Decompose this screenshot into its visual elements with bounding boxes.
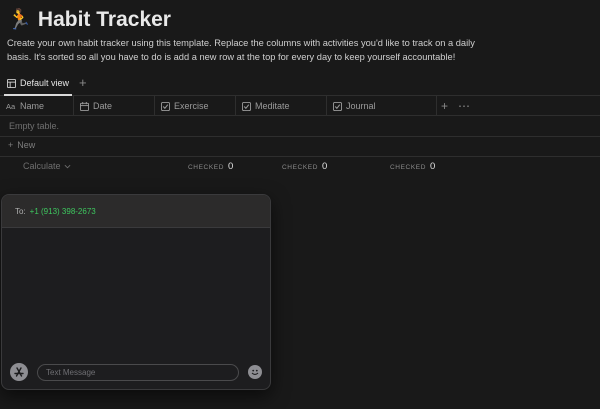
habit-tracker-page: 🏃 Habit Tracker Create your own habit tr… <box>0 0 600 409</box>
column-meditate[interactable]: Meditate <box>236 96 327 116</box>
header-actions: + ⋯ <box>441 96 470 116</box>
app-store-icon[interactable] <box>10 363 28 381</box>
checkbox-property-icon <box>242 101 251 111</box>
page-description: Create your own habit tracker using this… <box>7 38 475 62</box>
calendar-icon <box>80 101 89 111</box>
message-input-bar <box>2 355 270 389</box>
divider <box>0 136 600 137</box>
app-store-glyph-icon <box>14 367 24 377</box>
emoji-icon[interactable] <box>248 365 262 379</box>
view-tabs: Default view + <box>0 72 600 96</box>
checked-exercise[interactable]: CHECKED 0 <box>188 161 233 172</box>
checked-journal[interactable]: CHECKED 0 <box>390 161 435 172</box>
table-icon <box>7 78 16 88</box>
recipient-field[interactable]: To: +1 (913) 398-2673 <box>2 195 270 228</box>
text-message-input[interactable] <box>37 363 239 381</box>
column-exercise[interactable]: Exercise <box>155 96 236 116</box>
empty-table-text: Empty table. <box>9 121 60 131</box>
calculate-button[interactable]: Calculate <box>23 161 71 171</box>
column-date[interactable]: Date <box>74 96 155 116</box>
new-row-button[interactable]: + New <box>8 140 35 150</box>
more-options-icon[interactable]: ⋯ <box>458 99 470 113</box>
tab-default-view-label: Default view <box>20 78 70 88</box>
page-title[interactable]: Habit Tracker <box>38 7 171 33</box>
chevron-down-icon <box>64 164 70 168</box>
smiley-face-icon <box>251 369 259 376</box>
to-label: To: <box>15 206 26 216</box>
message-compose-window: To: +1 (913) 398-2673 <box>1 194 271 390</box>
column-name[interactable]: Aa Name <box>0 96 74 116</box>
svg-text:Aa: Aa <box>6 102 16 110</box>
table-header: Aa Name Date Exercise Meditate Journal +… <box>0 96 600 116</box>
add-view-button[interactable]: + <box>79 75 87 91</box>
checked-meditate[interactable]: CHECKED 0 <box>282 161 327 172</box>
recipient-number[interactable]: +1 (913) 398-2673 <box>30 207 96 216</box>
divider <box>0 156 600 157</box>
runner-emoji-icon[interactable]: 🏃 <box>7 7 32 33</box>
checkbox-property-icon <box>333 101 342 111</box>
tab-default-view[interactable]: Default view <box>4 72 73 96</box>
add-property-icon[interactable]: + <box>441 99 448 113</box>
checkbox-property-icon <box>161 101 170 111</box>
page-header: 🏃 Habit Tracker <box>7 7 171 33</box>
plus-icon: + <box>8 140 14 150</box>
text-property-icon: Aa <box>6 102 16 110</box>
column-journal[interactable]: Journal <box>327 96 437 116</box>
